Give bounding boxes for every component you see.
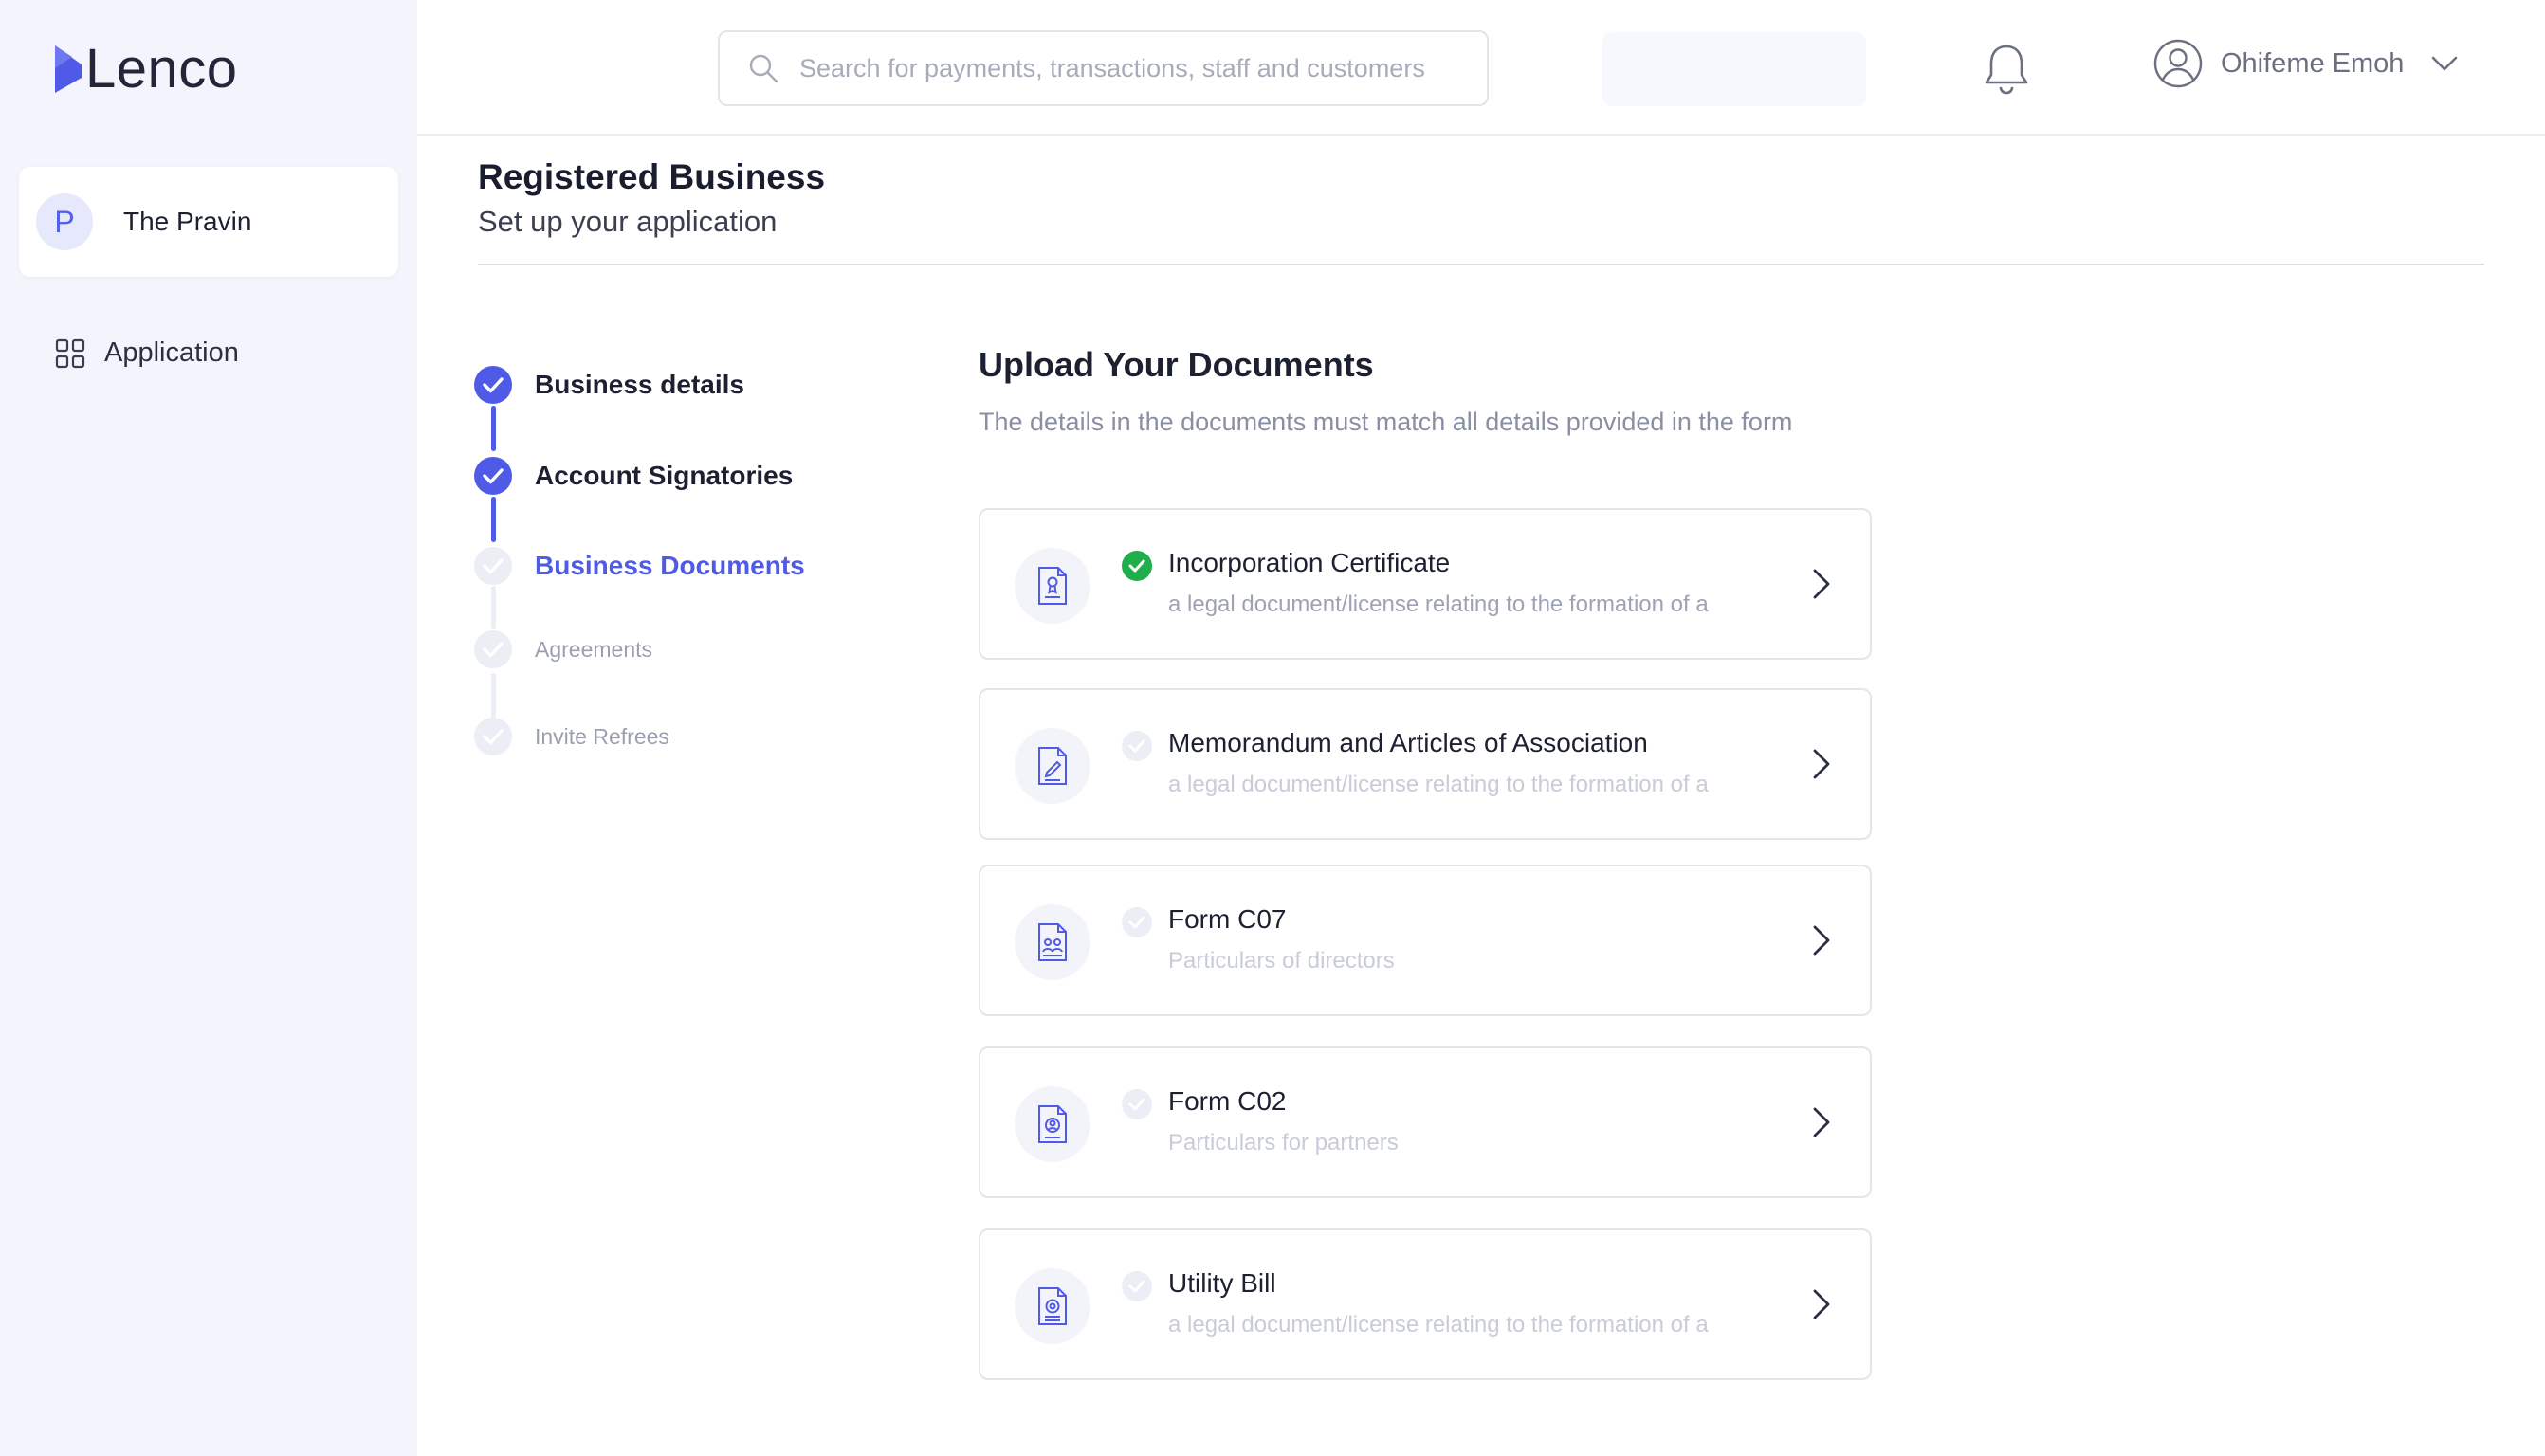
document-icon-wrapper (1015, 1268, 1090, 1344)
user-avatar-icon (2153, 39, 2203, 88)
document-card-utility-bill[interactable]: Utility Bill a legal document/license re… (979, 1228, 1872, 1380)
document-description: a legal document/license relating to the… (1168, 772, 1709, 797)
search-icon (749, 54, 778, 83)
grid-icon (55, 338, 85, 368)
chevron-right-icon (1813, 749, 1830, 779)
chevron-right-icon (1813, 1289, 1830, 1320)
app-root: Lenco P The Pravin Application Search fo… (0, 0, 2545, 1456)
document-icon-wrapper (1015, 1086, 1090, 1162)
faded-header-button[interactable] (1602, 32, 1866, 106)
document-card-form-c02[interactable]: Form C02 Particulars for partners (979, 1046, 1872, 1198)
step-business-details[interactable]: Business details (474, 366, 744, 404)
logo[interactable]: Lenco (53, 36, 238, 102)
documents-description: The details in the documents must match … (979, 408, 1793, 436)
pending-check-icon (1122, 731, 1152, 761)
avatar: P (36, 193, 93, 250)
step-agreements[interactable]: Agreements (474, 630, 652, 668)
chevron-right-icon (1813, 569, 1830, 599)
step-invite-refrees[interactable]: Invite Refrees (474, 718, 669, 755)
step-label: Agreements (535, 636, 653, 662)
step-label: Business Documents (535, 551, 805, 580)
page-subtitle: Set up your application (478, 205, 778, 238)
search-input[interactable] (799, 53, 1463, 83)
document-card-incorporation-certificate[interactable]: Incorporation Certificate a legal docume… (979, 508, 1872, 660)
step-check-icon (474, 457, 512, 495)
document-title: Incorporation Certificate (1168, 548, 1451, 577)
chevron-right-icon (1813, 1107, 1830, 1138)
document-card-form-c07[interactable]: Form C07 Particulars of directors (979, 864, 1872, 1016)
document-description: Particulars of directors (1168, 948, 1395, 974)
step-label: Account Signatories (535, 461, 794, 490)
step-account-signatories[interactable]: Account Signatories (474, 457, 793, 495)
page-title: Registered Business (478, 157, 826, 196)
top-bar: Ohifeme Emoh (417, 0, 2545, 136)
step-connector (491, 673, 496, 719)
pending-check-icon (1122, 1089, 1152, 1119)
document-title: Utility Bill (1168, 1268, 1276, 1298)
document-description: a legal document/license relating to the… (1168, 1312, 1709, 1338)
document-card-memorandum[interactable]: Memorandum and Articles of Association a… (979, 688, 1872, 840)
document-title: Form C07 (1168, 904, 1287, 934)
user-menu[interactable]: Ohifeme Emoh (2152, 38, 2459, 89)
pending-check-icon (1122, 907, 1152, 937)
document-description: a legal document/license relating to the… (1168, 592, 1709, 617)
sidebar-item-label: Application (104, 337, 239, 368)
documents-title: Upload Your Documents (979, 345, 1374, 384)
uploaded-check-icon (1122, 551, 1152, 581)
step-check-icon (474, 366, 512, 404)
step-business-documents[interactable]: Business Documents (474, 547, 805, 585)
step-label: Invite Refrees (535, 723, 669, 749)
account-name: The Pravin (123, 207, 252, 236)
notification-bell-icon[interactable] (1982, 43, 2031, 96)
chevron-down-icon (2432, 56, 2458, 71)
pending-check-icon (1122, 1271, 1152, 1301)
step-connector (491, 586, 496, 629)
certificate-file-icon (1038, 567, 1067, 605)
search-box[interactable] (718, 30, 1489, 106)
step-pending-icon (474, 718, 512, 755)
sidebar: Lenco P The Pravin Application (0, 0, 417, 1456)
sidebar-item-application[interactable]: Application (55, 337, 239, 369)
document-icon-wrapper (1015, 904, 1090, 980)
lenco-logo-icon (55, 46, 82, 93)
step-pending-icon (474, 547, 512, 585)
signed-file-icon (1038, 747, 1067, 785)
step-pending-icon (474, 630, 512, 668)
document-title: Memorandum and Articles of Association (1168, 728, 1648, 757)
document-icon-wrapper (1015, 728, 1090, 804)
directors-file-icon (1038, 923, 1067, 961)
user-name: Ohifeme Emoh (2221, 47, 2405, 79)
step-connector (491, 497, 496, 542)
brand-name: Lenco (85, 38, 238, 100)
step-connector (491, 406, 496, 451)
bill-file-icon (1038, 1287, 1067, 1325)
document-title: Form C02 (1168, 1086, 1287, 1116)
document-icon-wrapper (1015, 548, 1090, 624)
partners-file-icon (1038, 1105, 1067, 1143)
document-description: Particulars for partners (1168, 1130, 1399, 1156)
chevron-right-icon (1813, 925, 1830, 956)
divider (478, 264, 2484, 265)
account-switcher[interactable]: P The Pravin (19, 167, 398, 277)
step-label: Business details (535, 370, 744, 399)
